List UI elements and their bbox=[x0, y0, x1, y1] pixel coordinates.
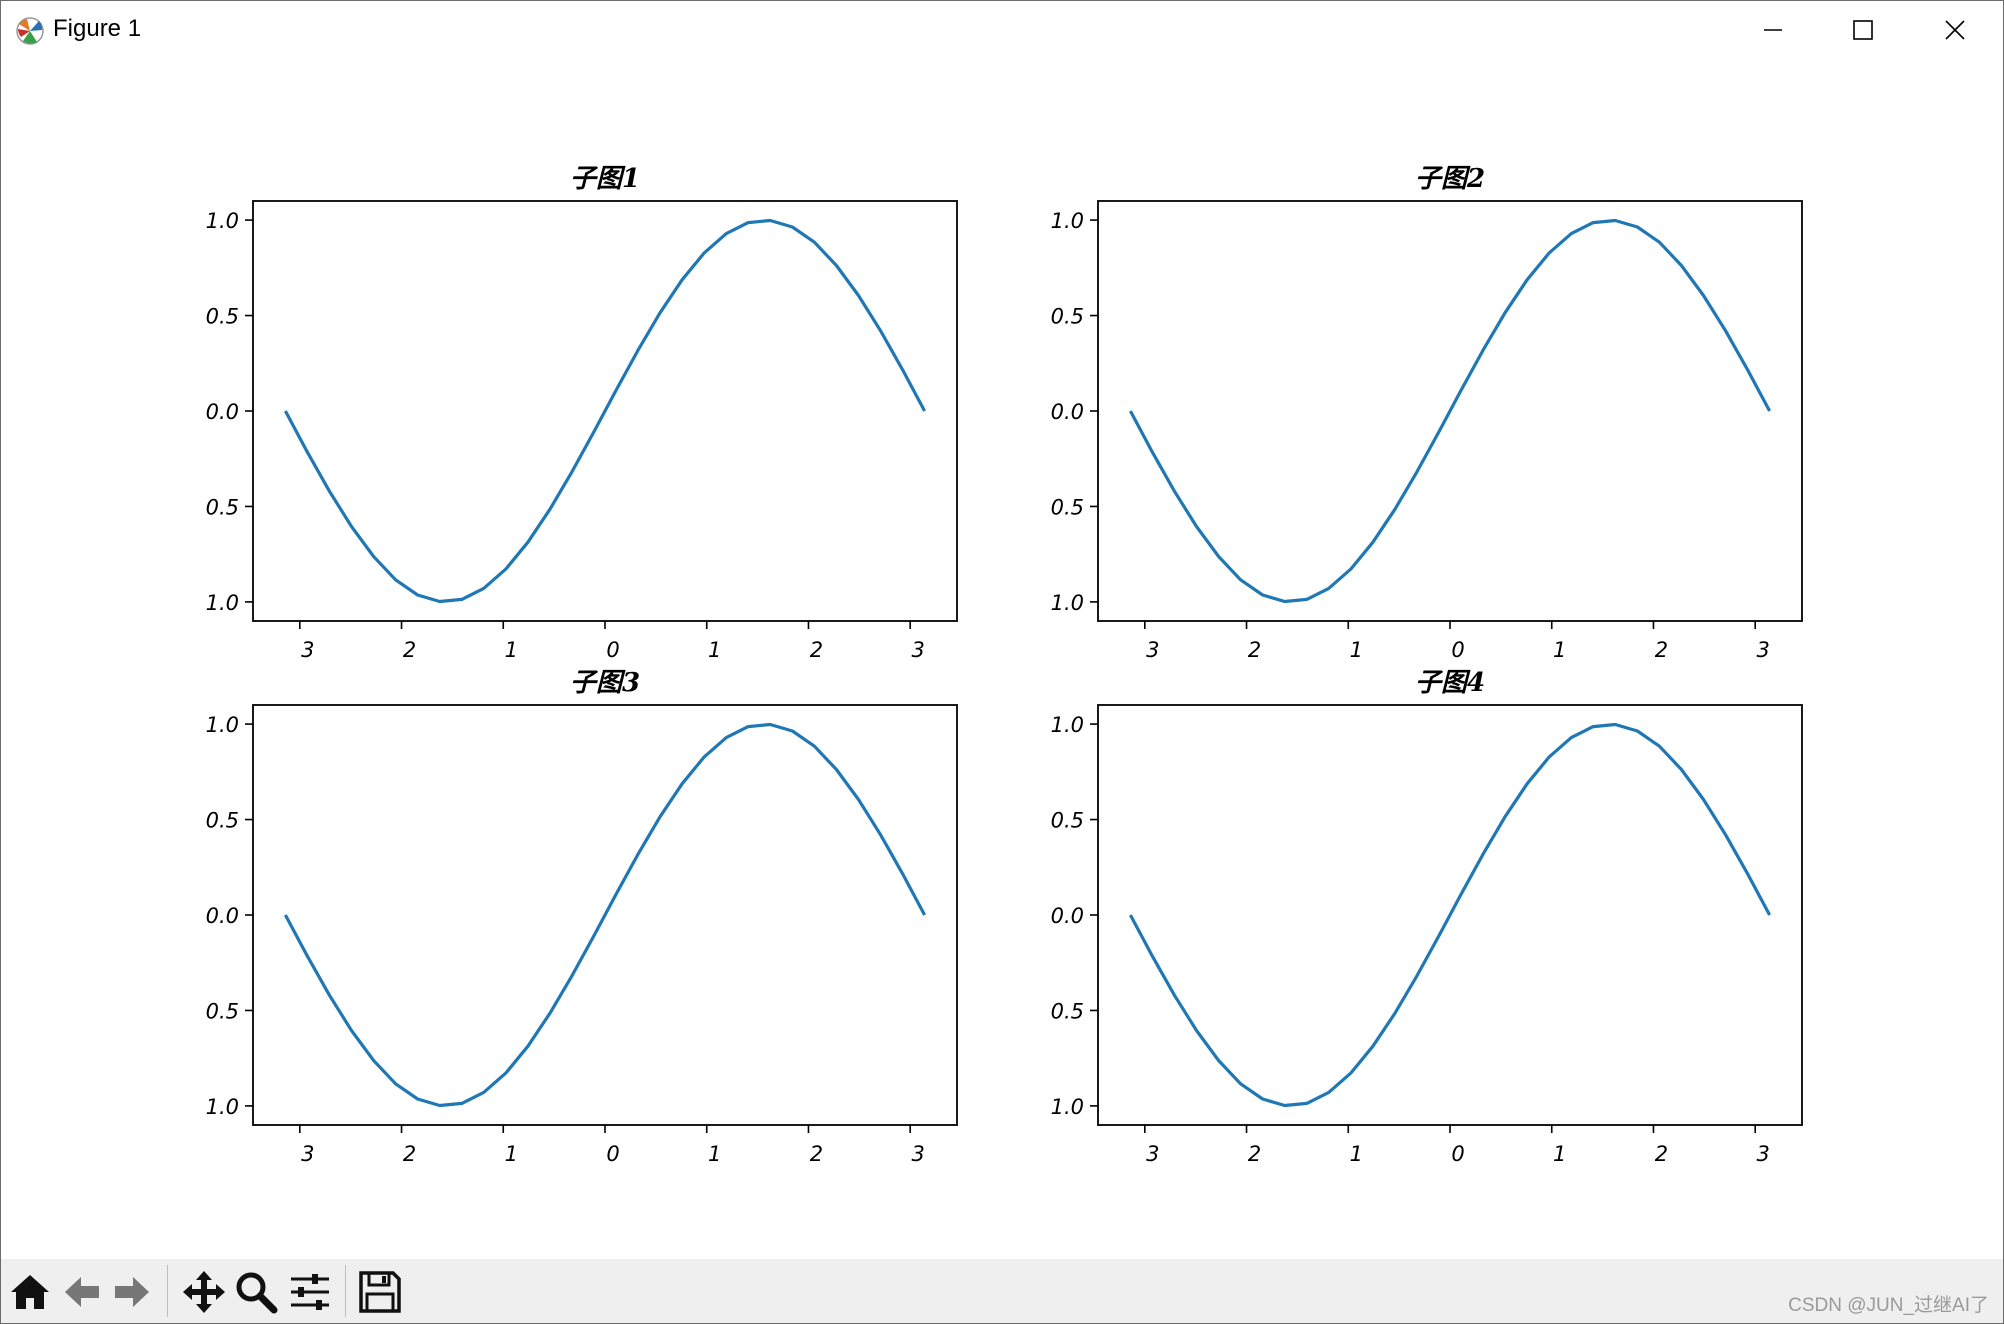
minimize-button[interactable] bbox=[1727, 1, 1819, 59]
configure-subplots-button[interactable] bbox=[287, 1269, 333, 1315]
subplot-4: 子图4 3 2 1 0 1 2 3 1.0 0.5 0.0 0.5 1.0 bbox=[1051, 668, 1803, 1166]
window-title: Figure 1 bbox=[53, 15, 142, 42]
minimize-icon bbox=[1764, 29, 1782, 31]
x-tick-label: 0 bbox=[606, 1142, 619, 1166]
x-tick-label: 3 bbox=[301, 638, 314, 662]
x-tick-label: 0 bbox=[606, 638, 619, 662]
x-tick-label: 1 bbox=[1350, 638, 1363, 662]
y-tick-label: 0.0 bbox=[206, 400, 239, 424]
y-tick-label: 1.0 bbox=[1051, 591, 1084, 615]
series-line bbox=[1128, 218, 1772, 604]
x-tick-label: 0 bbox=[1451, 638, 1464, 662]
x-tick-label: 3 bbox=[1146, 638, 1159, 662]
x-tick-label: 2 bbox=[403, 1142, 416, 1166]
toolbar-separator bbox=[345, 1265, 346, 1317]
x-tick-label: 0 bbox=[1451, 1142, 1464, 1166]
series-line bbox=[1128, 722, 1772, 1108]
x-tick-label: 1 bbox=[505, 1142, 518, 1166]
close-icon bbox=[1945, 20, 1965, 40]
x-tick-label: 2 bbox=[1248, 1142, 1261, 1166]
x-tick-label: 2 bbox=[403, 638, 416, 662]
zoom-button[interactable] bbox=[233, 1269, 279, 1315]
x-tick-label: 2 bbox=[1655, 1142, 1668, 1166]
y-tick-label: 0.5 bbox=[1051, 495, 1084, 519]
figure-canvas[interactable]: 子图1 3 2 1 0 1 2 3 1.0 0.5 0.0 0.5 1.0 子图2 3 2 1 0 1 2 3 1.0 0.… bbox=[1, 59, 2003, 1259]
subplot-title: 子图3 bbox=[570, 668, 640, 698]
series-line bbox=[283, 218, 927, 604]
x-tick-label: 1 bbox=[1553, 1142, 1566, 1166]
home-icon bbox=[11, 1275, 49, 1309]
y-tick-label: 0.5 bbox=[206, 809, 239, 833]
x-tick-label: 3 bbox=[1146, 1142, 1159, 1166]
y-tick-label: 1.0 bbox=[206, 713, 239, 737]
maximize-button[interactable] bbox=[1817, 1, 1909, 59]
forward-button[interactable] bbox=[109, 1269, 155, 1315]
y-tick-label: 1.0 bbox=[206, 209, 239, 233]
matplotlib-logo-icon bbox=[16, 17, 44, 45]
y-tick-label: 0.5 bbox=[1051, 809, 1084, 833]
y-tick-label: 0.5 bbox=[1051, 999, 1084, 1023]
x-tick-label: 1 bbox=[505, 638, 518, 662]
configure-subplots-icon bbox=[291, 1274, 329, 1310]
x-tick-label: 3 bbox=[912, 638, 925, 662]
y-tick-label: 0.0 bbox=[206, 904, 239, 928]
zoom-icon bbox=[236, 1272, 278, 1314]
maximize-icon bbox=[1853, 20, 1873, 40]
x-tick-label: 1 bbox=[708, 638, 721, 662]
y-tick-label: 1.0 bbox=[1051, 713, 1084, 737]
y-tick-label: 0.5 bbox=[206, 999, 239, 1023]
x-tick-label: 3 bbox=[1757, 638, 1770, 662]
x-tick-label: 1 bbox=[1350, 1142, 1363, 1166]
y-tick-label: 1.0 bbox=[1051, 209, 1084, 233]
y-tick-label: 0.0 bbox=[1051, 904, 1084, 928]
y-tick-label: 1.0 bbox=[1051, 1095, 1084, 1119]
navigation-toolbar: CSDN @JUN_过继AI了 bbox=[1, 1259, 2003, 1323]
x-tick-label: 2 bbox=[1655, 638, 1668, 662]
save-icon bbox=[359, 1271, 401, 1313]
series-line bbox=[283, 722, 927, 1108]
subplot-2: 子图2 3 2 1 0 1 2 3 1.0 0.5 0.0 0.5 1.0 bbox=[1051, 164, 1803, 662]
y-tick-label: 0.0 bbox=[1051, 400, 1084, 424]
home-button[interactable] bbox=[7, 1269, 53, 1315]
y-tick-label: 0.5 bbox=[1051, 305, 1084, 329]
x-tick-label: 2 bbox=[1248, 638, 1261, 662]
x-tick-label: 1 bbox=[708, 1142, 721, 1166]
x-tick-label: 3 bbox=[912, 1142, 925, 1166]
x-tick-label: 2 bbox=[810, 638, 823, 662]
close-button[interactable] bbox=[1909, 1, 2001, 59]
title-bar: Figure 1 bbox=[1, 1, 2003, 59]
subplot-title: 子图1 bbox=[570, 164, 640, 194]
pan-button[interactable] bbox=[181, 1269, 227, 1315]
subplot-title: 子图2 bbox=[1415, 164, 1485, 194]
save-button[interactable] bbox=[357, 1269, 403, 1315]
subplot-1: 子图1 3 2 1 0 1 2 3 1.0 0.5 0.0 0.5 1.0 bbox=[206, 164, 958, 662]
subplot-title: 子图4 bbox=[1415, 668, 1485, 698]
x-tick-label: 3 bbox=[1757, 1142, 1770, 1166]
y-tick-label: 0.5 bbox=[206, 495, 239, 519]
figure-window: Figure 1 子图1 3 2 1 0 1 2 3 1.0 0.5 0.0 0.5 1.0 子图2 3 2 1… bbox=[0, 0, 2004, 1324]
figure-plot-area: 子图1 3 2 1 0 1 2 3 1.0 0.5 0.0 0.5 1.0 子图2 3 2 1 0 1 2 3 1.0 0.… bbox=[206, 164, 1803, 1166]
toolbar-separator bbox=[167, 1265, 168, 1317]
x-tick-label: 1 bbox=[1553, 638, 1566, 662]
x-tick-label: 2 bbox=[810, 1142, 823, 1166]
y-tick-label: 1.0 bbox=[206, 591, 239, 615]
y-tick-label: 0.5 bbox=[206, 305, 239, 329]
watermark-text: CSDN @JUN_过继AI了 bbox=[1788, 1295, 1989, 1316]
forward-icon bbox=[115, 1277, 149, 1307]
back-button[interactable] bbox=[59, 1269, 105, 1315]
y-tick-label: 1.0 bbox=[206, 1095, 239, 1119]
back-icon bbox=[65, 1277, 99, 1307]
subplot-3: 子图3 3 2 1 0 1 2 3 1.0 0.5 0.0 0.5 1.0 bbox=[206, 668, 958, 1166]
pan-icon bbox=[183, 1271, 225, 1313]
x-tick-label: 3 bbox=[301, 1142, 314, 1166]
